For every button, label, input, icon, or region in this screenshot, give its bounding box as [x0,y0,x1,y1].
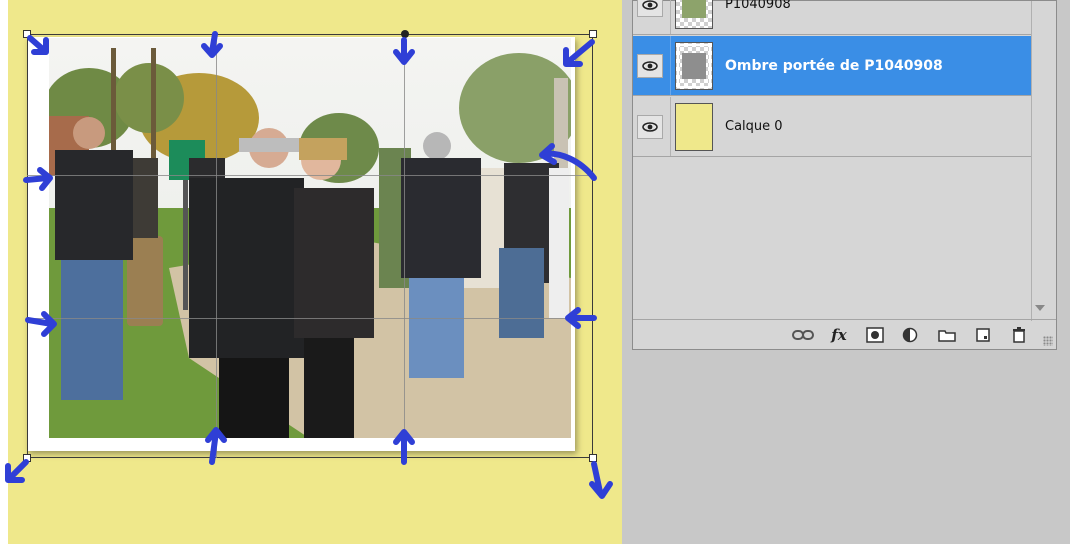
arrow-top-right-icon [563,39,595,67]
layer-row-calque-0[interactable]: Calque 0 [633,97,1031,157]
panel-resize-grip[interactable] [1043,336,1053,346]
eye-visibility-icon[interactable] [637,0,663,17]
layer-style-fx-icon[interactable]: fx [828,325,850,345]
arrow-bottom-left-icon [5,459,29,483]
visibility-cell [633,97,671,156]
visibility-cell [633,36,671,95]
layer-thumbnail-shadow [675,41,713,90]
eye-visibility-icon[interactable] [637,53,663,78]
layers-panel: P1040908 Ombre portée de P1040908 Calque… [632,0,1057,350]
layer-row-drop-shadow[interactable]: Ombre portée de P1040908 [633,36,1031,96]
layer-name[interactable]: Ombre portée de P1040908 [725,58,943,74]
annotation-arrows-overlay [5,31,613,499]
layer-name[interactable]: Calque 0 [725,119,783,134]
arrow-bottom-center-right-icon [393,429,415,465]
eye-visibility-icon[interactable] [637,114,663,139]
arrow-right-upper-icon [539,143,597,181]
arrow-right-lower-icon [565,307,597,329]
arrow-bottom-center-left-icon [205,427,227,465]
arrow-top-left-icon [27,35,49,55]
layer-thumbnail-photo [675,0,713,29]
arrow-left-lower-icon [25,311,57,337]
layer-name[interactable]: P1040908 [725,0,791,12]
add-mask-icon[interactable] [864,325,886,345]
layers-panel-footer: fx [633,319,1056,349]
link-layers-icon[interactable] [792,325,814,345]
new-group-icon[interactable] [936,325,958,345]
visibility-cell [633,0,671,34]
layer-thumbnail-yellow [675,102,713,151]
arrow-top-center-right-icon [393,37,415,65]
delete-layer-icon[interactable] [1008,325,1030,345]
arrow-left-upper-icon [23,167,53,191]
adjustment-layer-icon[interactable] [900,325,922,345]
arrow-top-center-left-icon [201,31,223,58]
layer-row-photo[interactable]: P1040908 [633,0,1031,35]
fx-label: fx [831,325,847,344]
new-layer-icon[interactable] [972,325,994,345]
arrow-bottom-right-icon [589,461,613,499]
layers-scrollbar[interactable] [1031,1,1047,321]
scroll-down-arrow-icon[interactable] [1035,305,1045,311]
